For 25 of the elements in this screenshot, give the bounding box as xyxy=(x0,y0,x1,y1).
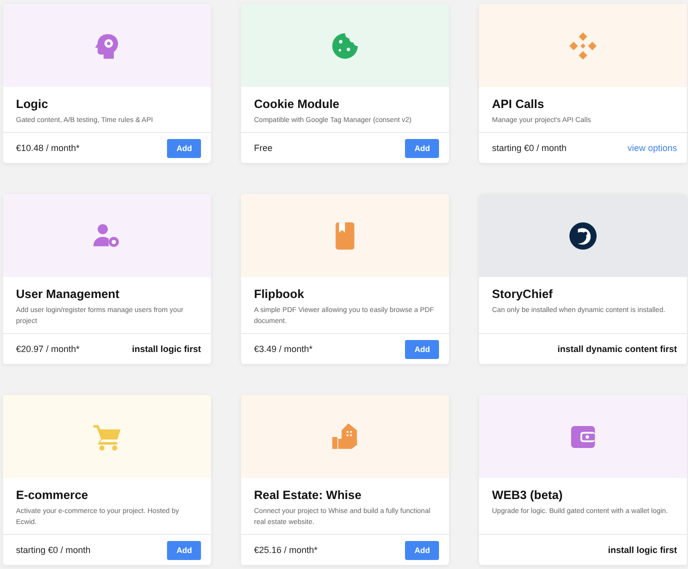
card-title: Logic xyxy=(16,97,49,111)
card-title: API Calls xyxy=(492,97,546,111)
card-title: StoryChief xyxy=(492,287,554,301)
card-title: Real Estate: Whise xyxy=(254,488,362,502)
card-title: Flipbook xyxy=(254,287,305,301)
add-button[interactable]: Add xyxy=(405,540,439,560)
card-title: User Management xyxy=(16,287,120,301)
price-label: €20.97 / month* xyxy=(16,344,80,354)
add-button[interactable]: Add xyxy=(405,340,439,358)
price-label: starting €0 / month xyxy=(16,545,91,555)
add-button[interactable]: Add xyxy=(167,540,201,560)
price-label: €10.48 / month* xyxy=(16,143,80,153)
view-options-link[interactable]: view options xyxy=(627,143,677,153)
add-button[interactable]: Add xyxy=(167,138,201,158)
price-label: Free xyxy=(254,143,273,153)
card-title: Cookie Module xyxy=(254,97,340,111)
install-note: install logic first xyxy=(608,545,677,555)
install-note: install dynamic content first xyxy=(557,344,677,354)
price-label: starting €0 / month xyxy=(492,143,567,153)
card-title: E-commerce xyxy=(16,488,90,502)
price-label: €25.16 / month* xyxy=(254,545,318,555)
add-button[interactable]: Add xyxy=(405,138,439,158)
price-label: €3.49 / month* xyxy=(254,344,313,354)
card-title: WEB3 (beta) xyxy=(492,488,564,502)
install-note: install logic first xyxy=(132,344,201,354)
